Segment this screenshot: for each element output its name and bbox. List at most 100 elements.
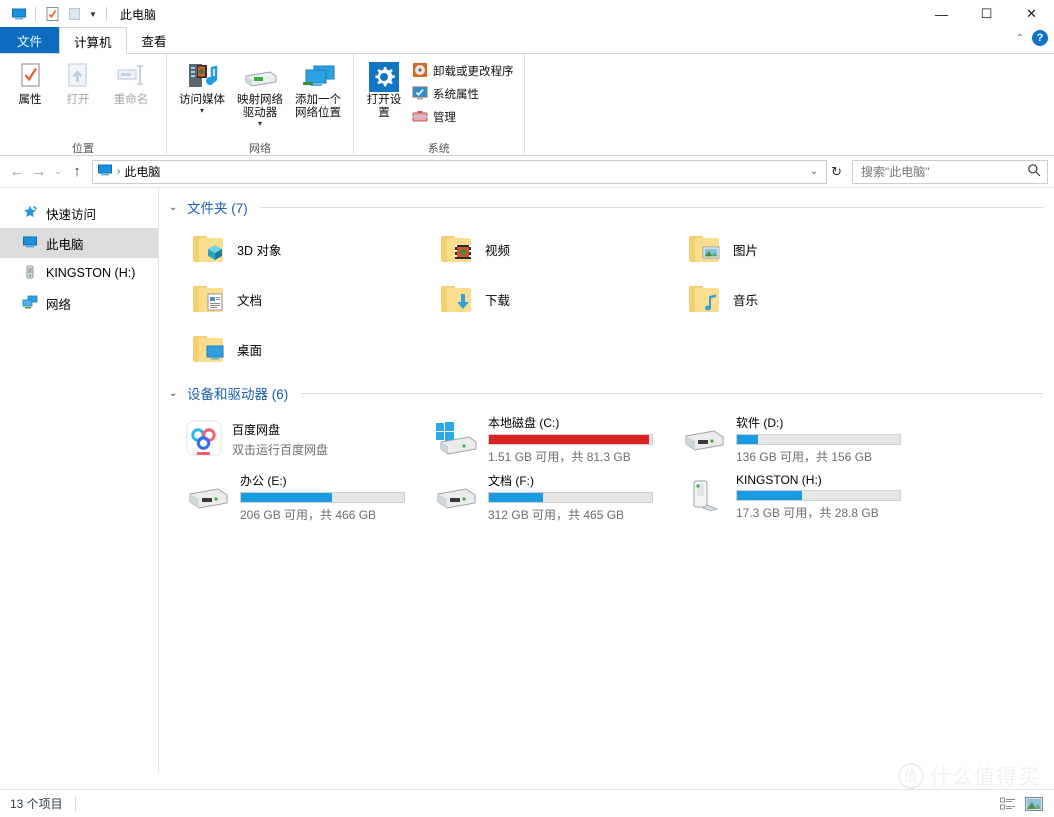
- chevron-down-icon[interactable]: ⌄: [169, 388, 181, 399]
- pc-icon[interactable]: [8, 3, 30, 25]
- tab-view[interactable]: 查看: [127, 27, 182, 53]
- device-item-software-d[interactable]: 软件 (D:) 136 GB 可用，共 156 GB: [665, 410, 913, 468]
- folder-item-desktop[interactable]: 桌面: [169, 324, 417, 374]
- ribbon-group-location: 属性 打开 重命名: [0, 54, 167, 156]
- new-folder-icon[interactable]: [63, 3, 85, 25]
- map-drive-dropdown-icon[interactable]: ▾: [258, 120, 262, 127]
- star-pin-icon: [22, 204, 38, 223]
- capacity-bar: [488, 434, 653, 445]
- uninstall-program-button[interactable]: 卸载或更改程序: [412, 61, 514, 81]
- ribbon-tabs-right: ⌃ ?: [1016, 30, 1048, 46]
- folder-documents-icon: [193, 284, 227, 314]
- device-capacity-text: 136 GB 可用，共 156 GB: [736, 448, 901, 465]
- help-icon[interactable]: ?: [1032, 30, 1048, 46]
- access-media-dropdown-icon[interactable]: ▾: [200, 107, 204, 114]
- quick-access-dropdown-icon[interactable]: ▼: [85, 4, 101, 24]
- search-input[interactable]: [859, 164, 1027, 180]
- sidebar-item-quick-access[interactable]: 快速访问: [0, 198, 158, 228]
- access-media-button[interactable]: 访问媒体 ▾: [173, 58, 231, 114]
- properties-icon: [16, 60, 44, 94]
- device-item-local-disk-c[interactable]: 本地磁盘 (C:) 1.51 GB 可用，共 81.3 GB: [417, 410, 665, 468]
- devices-section-header[interactable]: ⌄ 设备和驱动器 (6): [169, 382, 1044, 404]
- sidebar-item-network[interactable]: 网络: [0, 288, 158, 318]
- address-field-right: ⌄: [806, 166, 822, 177]
- breadcrumb-item-this-pc[interactable]: 此电脑: [124, 163, 160, 180]
- address-field[interactable]: › 此电脑 ⌄: [92, 160, 827, 184]
- forward-button[interactable]: →: [28, 160, 50, 184]
- system-properties-button[interactable]: 系统属性: [412, 84, 514, 104]
- folder-item-3d-objects[interactable]: 3D 对象: [169, 224, 417, 274]
- device-capacity-text: 1.51 GB 可用，共 81.3 GB: [488, 448, 653, 465]
- rename-button[interactable]: 重命名: [102, 58, 160, 107]
- collapse-ribbon-icon[interactable]: ⌃: [1016, 33, 1024, 44]
- system-small-buttons: 卸载或更改程序 系统属性: [408, 58, 518, 127]
- open-button[interactable]: 打开: [54, 58, 102, 107]
- device-text: 百度网盘 双击运行百度网盘: [232, 421, 417, 458]
- device-text: 文档 (F:) 312 GB 可用，共 465 GB: [488, 472, 665, 523]
- large-icons-view-icon[interactable]: [1024, 795, 1044, 813]
- recent-locations-button[interactable]: ⌄: [50, 160, 66, 184]
- details-view-icon[interactable]: [998, 795, 1018, 813]
- refresh-button[interactable]: ↻: [827, 164, 846, 180]
- breadcrumb[interactable]: › 此电脑: [97, 162, 160, 181]
- window-controls: — ☐ ✕: [919, 0, 1054, 28]
- pc-icon: [22, 234, 38, 253]
- open-settings-label: 打开设置: [362, 94, 406, 120]
- item-count-label: 13 个项目: [10, 795, 63, 812]
- status-divider: [75, 796, 76, 812]
- chevron-down-icon[interactable]: ⌄: [169, 202, 181, 213]
- device-item-office-e[interactable]: 办公 (E:) 206 GB 可用，共 466 GB: [169, 468, 417, 526]
- tab-file[interactable]: 文件: [0, 27, 59, 53]
- folders-section-header[interactable]: ⌄ 文件夹 (7): [169, 196, 1044, 218]
- ribbon-tabs: 文件 计算机 查看 ⌃ ?: [0, 28, 1054, 54]
- status-bar: 13 个项目: [0, 789, 1054, 817]
- section-divider: [260, 207, 1044, 208]
- folder-item-documents[interactable]: 文档: [169, 274, 417, 324]
- tab-computer[interactable]: 计算机: [59, 27, 127, 54]
- manage-button[interactable]: 管理: [412, 107, 514, 127]
- properties-icon[interactable]: [41, 3, 63, 25]
- pc-icon: [97, 162, 113, 181]
- window-title: 此电脑: [120, 6, 156, 23]
- device-item-baidu-netdisk[interactable]: 百度网盘 双击运行百度网盘: [169, 410, 417, 468]
- toolbar-divider-2: [106, 7, 107, 21]
- folder-item-music[interactable]: 音乐: [665, 274, 913, 324]
- device-item-kingston-h[interactable]: KINGSTON (H:) 17.3 GB 可用，共 28.8 GB: [665, 468, 913, 526]
- sidebar-item-this-pc[interactable]: 此电脑: [0, 228, 158, 258]
- folder-label: 视频: [485, 240, 510, 259]
- minimize-button[interactable]: —: [919, 0, 964, 28]
- open-icon: [64, 60, 92, 94]
- open-label: 打开: [67, 94, 90, 107]
- folder-item-downloads[interactable]: 下载: [417, 274, 665, 324]
- capacity-bar: [240, 492, 405, 503]
- search-box[interactable]: [852, 160, 1048, 184]
- capacity-bar: [488, 492, 653, 503]
- properties-button[interactable]: 属性: [6, 58, 54, 107]
- hard-drive-icon: [185, 478, 231, 517]
- sidebar-label-kingston: KINGSTON (H:): [46, 266, 135, 280]
- magnifier-icon[interactable]: [1027, 163, 1041, 180]
- address-bar: ← → ⌄ ↑ › 此电脑 ⌄ ↻: [0, 156, 1054, 188]
- device-name: 百度网盘: [232, 421, 405, 438]
- close-button[interactable]: ✕: [1009, 0, 1054, 28]
- add-network-location-label: 添加一个网络位置: [291, 94, 345, 120]
- open-settings-button[interactable]: 打开设置: [360, 58, 408, 120]
- device-item-documents-f[interactable]: 文档 (F:) 312 GB 可用，共 465 GB: [417, 468, 665, 526]
- ribbon-group-network-label: 网络: [167, 140, 353, 156]
- address-dropdown-icon[interactable]: ⌄: [806, 166, 822, 177]
- folder-label: 桌面: [237, 340, 262, 359]
- usb-drive-icon: [22, 264, 38, 283]
- maximize-button[interactable]: ☐: [964, 0, 1009, 28]
- add-network-location-button[interactable]: 添加一个网络位置: [289, 58, 347, 120]
- sidebar-item-kingston[interactable]: KINGSTON (H:): [0, 258, 158, 288]
- back-button[interactable]: ←: [6, 160, 28, 184]
- folder-item-pictures[interactable]: 图片: [665, 224, 913, 274]
- map-network-drive-button[interactable]: 映射网络驱动器 ▾: [231, 58, 289, 127]
- manage-icon: [412, 108, 428, 127]
- folder-item-videos[interactable]: 视频: [417, 224, 665, 274]
- uninstall-icon: [412, 62, 428, 81]
- up-button[interactable]: ↑: [66, 160, 88, 184]
- sidebar-label-quick-access: 快速访问: [46, 204, 96, 223]
- folder-downloads-icon: [441, 284, 475, 314]
- toolbar-divider: [35, 7, 36, 21]
